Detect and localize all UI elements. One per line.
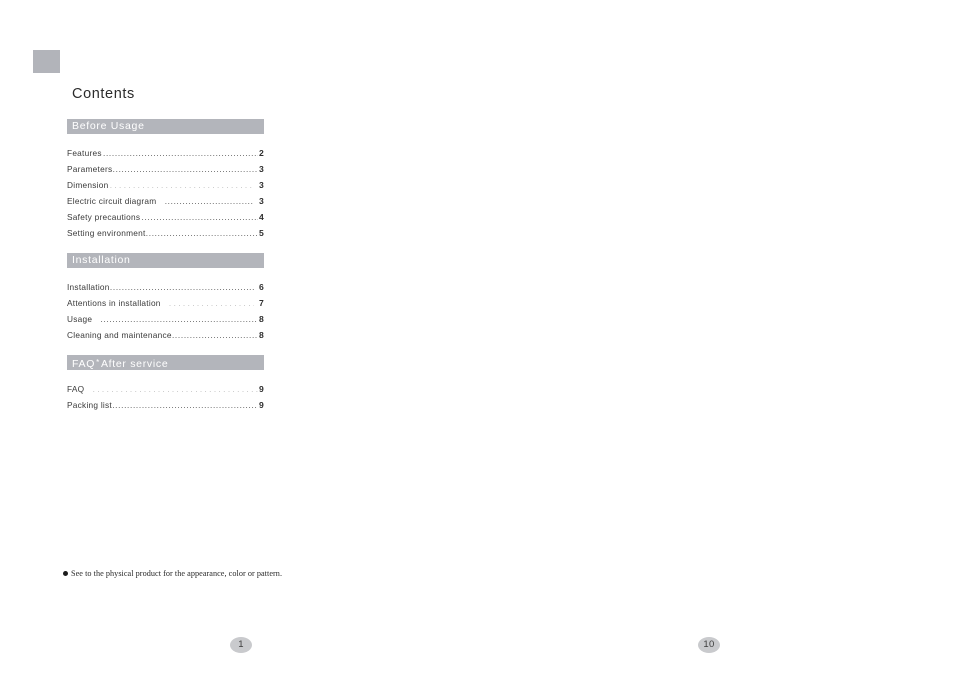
toc-entry-setting-environment[interactable]: Setting environment 5: [67, 223, 264, 239]
dot-leader: [164, 196, 254, 207]
page-title: Contents: [72, 86, 135, 102]
toc-entry-page-number: 3: [258, 180, 264, 190]
section-header-faq-after-service: FAQ*After service: [67, 355, 264, 370]
footnote: See to the physical product for the appe…: [63, 569, 282, 578]
toc-entry-page-number: 9: [258, 384, 264, 394]
toc-entry-label: FAQ: [67, 384, 85, 394]
toc-entry-page-number: 8: [258, 314, 264, 324]
dot-leader: [146, 228, 258, 239]
toc-entry-label: Parameters: [67, 164, 113, 174]
toc-entry-list-installation: Installation 6 Attentions in installatio…: [67, 268, 264, 341]
dot-leader: [169, 298, 254, 309]
dot-leader: [172, 330, 258, 341]
toc-entry-list-before-usage: Features 2 Parameters 3 Dimension 3 Elec…: [67, 134, 264, 239]
toc-entry-safety-precautions[interactable]: Safety precautions 4: [67, 207, 264, 223]
toc-entry-label: Safety precautions: [67, 212, 141, 222]
dot-leader: [92, 384, 258, 395]
toc-entry-installation[interactable]: Installation 6: [67, 277, 264, 293]
section-header-before-usage: Before Usage: [67, 119, 264, 134]
toc-entry-label: Installation: [67, 282, 110, 292]
corner-decoration-block: [33, 50, 60, 73]
toc-entry-page-number: 6: [258, 282, 264, 292]
dot-leader: [141, 212, 258, 223]
toc-section-installation: Installation Installation 6 Attentions i…: [67, 253, 264, 341]
footnote-text: See to the physical product for the appe…: [71, 569, 283, 578]
toc-entry-parameters[interactable]: Parameters 3: [67, 159, 264, 175]
toc-section-faq-after-service: FAQ*After service FAQ 9 Packing list 9: [67, 355, 264, 411]
section-header-prefix: FAQ: [72, 358, 96, 370]
toc-section-before-usage: Before Usage Features 2 Parameters 3 Dim…: [67, 119, 264, 239]
toc-entry-label: Dimension: [67, 180, 109, 190]
toc-entry-cleaning-and-maintenance[interactable]: Cleaning and maintenance 8: [67, 325, 264, 341]
dot-leader: [100, 314, 258, 325]
toc-entry-attentions-in-installation[interactable]: Attentions in installation 7: [67, 293, 264, 309]
toc-entry-label: Features: [67, 148, 102, 158]
toc-entry-electric-circuit-diagram[interactable]: Electric circuit diagram 3: [67, 191, 264, 207]
bullet-icon: [63, 571, 68, 576]
toc-entry-label: Electric circuit diagram: [67, 196, 157, 206]
toc-entry-page-number: 4: [258, 212, 264, 222]
toc-entry-dimension[interactable]: Dimension 3: [67, 175, 264, 191]
table-of-contents: Before Usage Features 2 Parameters 3 Dim…: [67, 119, 264, 411]
toc-entry-page-number: 2: [258, 148, 264, 158]
toc-entry-faq[interactable]: FAQ 9: [67, 379, 264, 395]
toc-entry-page-number: 7: [258, 298, 264, 308]
section-header-suffix: After service: [100, 358, 169, 370]
page-number-right: 10: [698, 637, 720, 653]
toc-entry-packing-list[interactable]: Packing list 9: [67, 395, 264, 411]
toc-entry-label: Setting environment: [67, 228, 146, 238]
toc-entry-page-number: 8: [258, 330, 264, 340]
page-number-left: 1: [230, 637, 252, 653]
toc-entry-label: Packing list: [67, 400, 112, 410]
toc-entry-usage[interactable]: Usage 8: [67, 309, 264, 325]
toc-entry-page-number: 3: [258, 196, 264, 206]
toc-entry-label: Cleaning and maintenance: [67, 330, 172, 340]
toc-entry-label: Attentions in installation: [67, 298, 161, 308]
dot-leader: [110, 282, 254, 293]
dot-leader: [103, 148, 258, 159]
toc-entry-page-number: 5: [258, 228, 264, 238]
toc-entry-features[interactable]: Features 2: [67, 143, 264, 159]
toc-entry-page-number: 9: [258, 400, 264, 410]
dot-leader: [112, 400, 258, 411]
dot-leader: [109, 180, 254, 191]
toc-entry-label: Usage: [67, 314, 93, 324]
toc-entry-page-number: 3: [258, 164, 264, 174]
toc-entry-list-faq: FAQ 9 Packing list 9: [67, 370, 264, 411]
dot-leader: [112, 164, 258, 175]
section-header-installation: Installation: [67, 253, 264, 268]
